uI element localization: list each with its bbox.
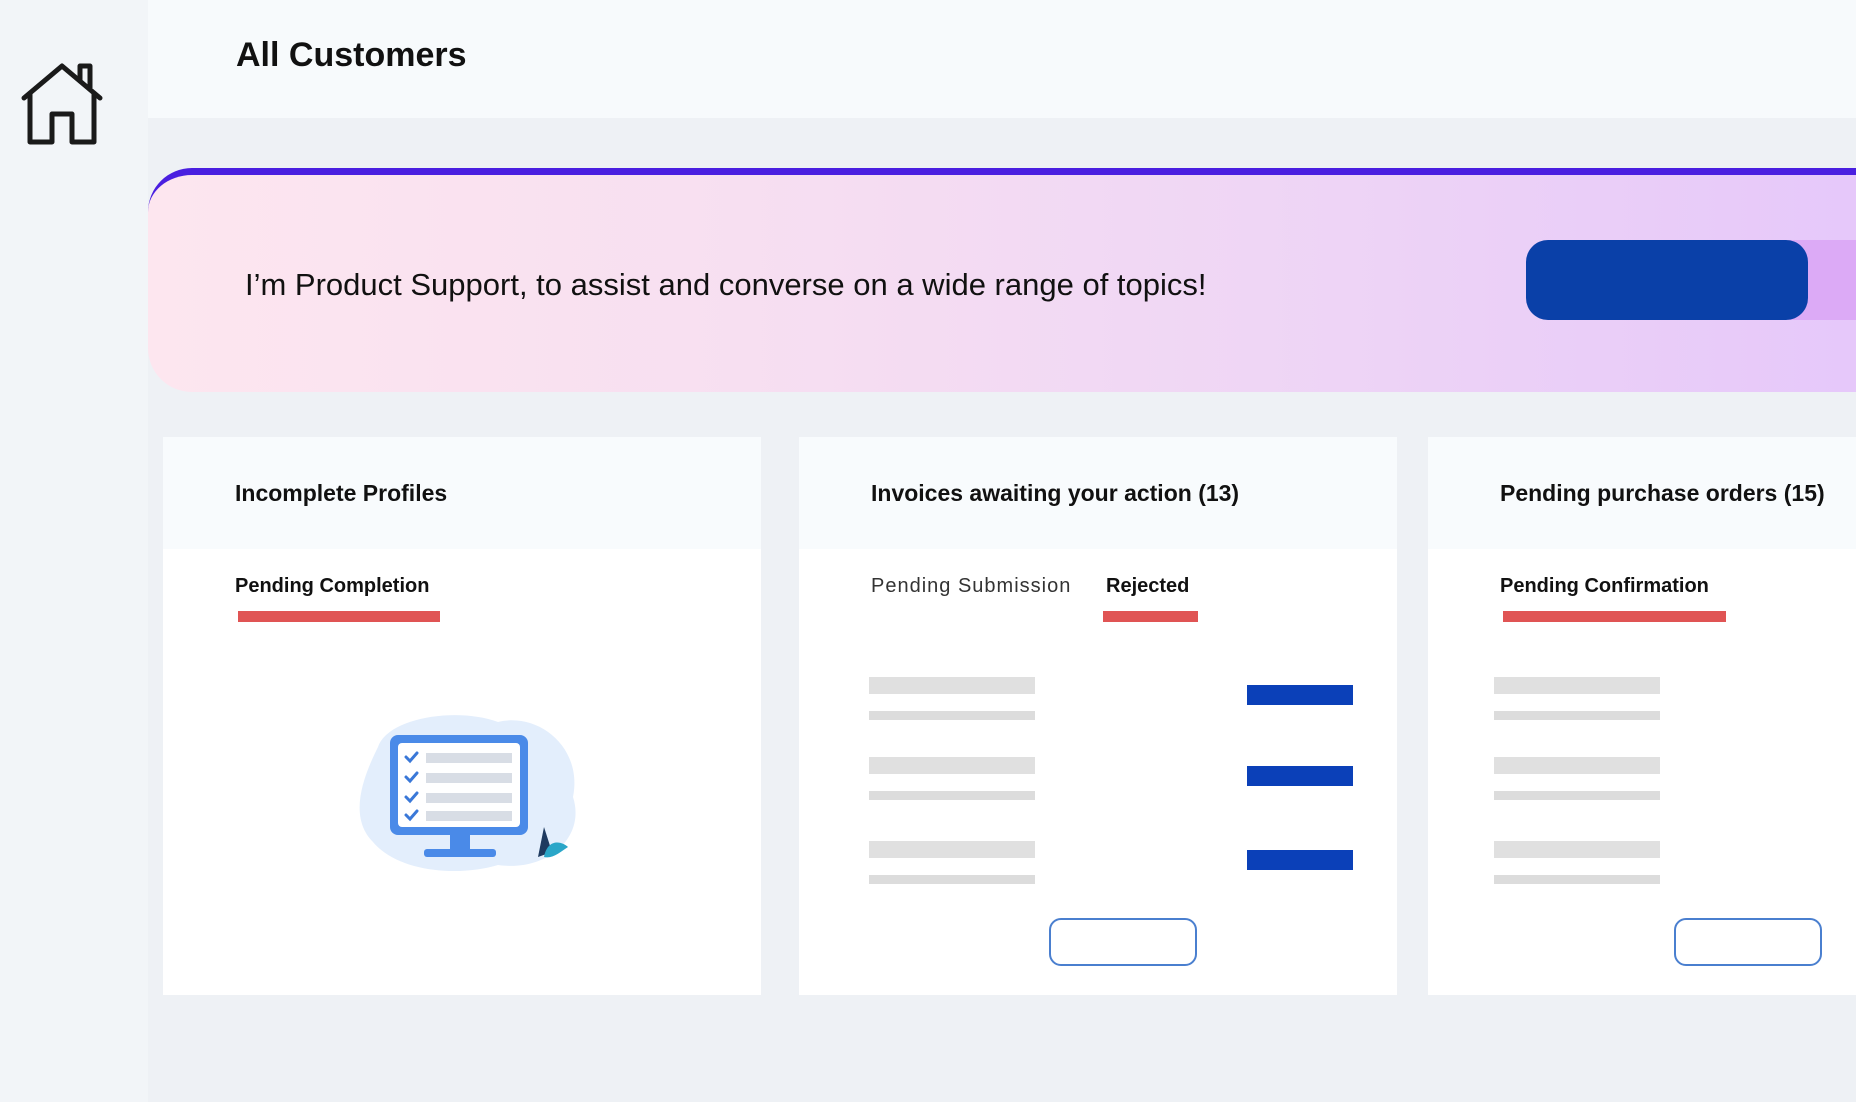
purchase-orders-card: Pending purchase orders (15) Pending Con…	[1428, 437, 1856, 995]
skeleton-line	[1494, 677, 1660, 694]
action-bar[interactable]	[1247, 685, 1353, 705]
card-title: Incomplete Profiles	[163, 437, 761, 549]
active-tab-underline	[1503, 611, 1726, 622]
skeleton-line	[869, 711, 1035, 720]
assistant-banner: I’m Product Support, to assist and conve…	[148, 168, 1856, 392]
monitor-checklist-icon	[359, 715, 576, 872]
skeleton-line	[1494, 875, 1660, 884]
view-all-button[interactable]	[1674, 918, 1822, 966]
skeleton-line	[1494, 791, 1660, 800]
skeleton-line	[869, 875, 1035, 884]
sidebar	[0, 0, 148, 1102]
tab-pending-submission[interactable]: Pending Submission	[871, 575, 1071, 598]
skeleton-line	[869, 841, 1035, 858]
tab-pending-confirmation[interactable]: Pending Confirmation	[1500, 575, 1709, 598]
skeleton-line	[1494, 711, 1660, 720]
active-tab-underline	[1103, 611, 1198, 622]
active-tab-underline	[238, 611, 440, 622]
invoices-card: Invoices awaiting your action (13) Pendi…	[799, 437, 1397, 995]
action-bar[interactable]	[1247, 766, 1353, 786]
page-title: All Customers	[236, 36, 467, 74]
card-title: Pending purchase orders (15)	[1428, 437, 1856, 549]
home-button[interactable]	[18, 58, 108, 148]
top-bar: All Customers	[148, 0, 1856, 118]
incomplete-profiles-card: Incomplete Profiles Pending Completion	[163, 437, 761, 995]
action-bar[interactable]	[1247, 850, 1353, 870]
banner-message: I’m Product Support, to assist and conve…	[245, 267, 1207, 302]
banner-cta-button[interactable]	[1526, 240, 1808, 320]
skeleton-line	[869, 757, 1035, 774]
skeleton-line	[1494, 841, 1660, 858]
tab-pending-completion[interactable]: Pending Completion	[235, 575, 429, 598]
view-all-button[interactable]	[1049, 918, 1197, 966]
skeleton-line	[869, 677, 1035, 694]
skeleton-line	[1494, 757, 1660, 774]
skeleton-line	[869, 791, 1035, 800]
home-icon	[21, 63, 103, 145]
card-title: Invoices awaiting your action (13)	[799, 437, 1397, 549]
tab-rejected[interactable]: Rejected	[1106, 575, 1189, 598]
